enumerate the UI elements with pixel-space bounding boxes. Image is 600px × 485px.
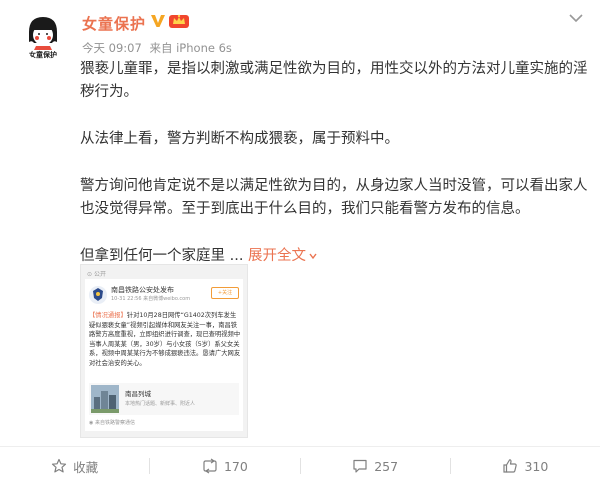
post-paragraph: 猥亵儿童罪，是指以刺激或满足性欲为目的，用性交以外的方法对儿童实施的淫秽行为。	[80, 61, 588, 100]
embedded-image[interactable]: ⊙ 公开 南昌铁路公安处发布 10-31 22:56 来自微博weibo.com…	[80, 264, 248, 438]
repost-button[interactable]: 170	[150, 447, 299, 485]
location-icon: ◉	[89, 420, 94, 426]
expand-full-text-link[interactable]: 展开全文	[248, 248, 318, 264]
chevron-down-icon[interactable]	[566, 10, 586, 26]
repost-icon	[203, 458, 217, 474]
favorite-button[interactable]: 收藏	[0, 447, 149, 485]
embed-link-card: 南昌列城 本地热门话题、新鲜事、附近人	[89, 383, 239, 415]
username[interactable]: 女童保护	[82, 13, 146, 34]
embed-card: 南昌铁路公安处发布 10-31 22:56 来自微博weibo.com +关注 …	[85, 279, 243, 431]
embed-tag: 【情况通报】	[89, 312, 127, 319]
globe-icon: ⊙	[87, 271, 93, 278]
police-badge-icon	[89, 286, 107, 304]
embed-link-subtitle: 本地热门话题、新鲜事、附近人	[125, 401, 196, 407]
embed-time: 10-31 22:56 来自微博weibo.com	[111, 296, 191, 302]
embed-text: 【情况通报】针对10月28日网传“G1402次列车发生疑似猥亵女童”视频引起媒体…	[89, 311, 241, 369]
post-meta: 今天 09:07 来自 iPhone 6s	[82, 40, 236, 56]
verified-v-icon	[151, 15, 165, 27]
post-paragraph: 从法律上看，警方判断不构成猥亵，属于预料中。	[80, 131, 399, 147]
avatar[interactable]: 女童保护	[18, 10, 68, 60]
expand-chevron-icon	[309, 253, 317, 260]
like-count: 310	[524, 458, 549, 474]
embed-footer: ◉ 来自铁路警察通信	[89, 419, 135, 426]
action-bar: 收藏 170 257 310	[0, 446, 600, 485]
post-content: 猥亵儿童罪，是指以刺激或满足性欲为目的，用性交以外的方法对儿童实施的淫秽行为。 …	[80, 58, 592, 290]
embed-link-title: 南昌列城	[125, 390, 151, 398]
avatar-caption: 女童保护	[29, 51, 57, 59]
weibo-post: 女童保护 女童保护 今天 09:07 来自 iPhone 6s 猥亵儿童罪，是指…	[0, 0, 600, 484]
embed-footer-label: 来自铁路警察通信	[94, 420, 135, 426]
post-paragraph: 警方询问他肯定说不是以满足性欲为目的，从身边家人当时没管，可以看出家人也没觉得异…	[80, 178, 588, 217]
post-time: 今天 09:07	[82, 41, 142, 55]
embed-follow-button: +关注	[211, 287, 239, 299]
embed-visibility: ⊙ 公开	[87, 269, 106, 278]
favorite-label: 收藏	[73, 459, 99, 475]
city-thumbnail-icon	[91, 385, 119, 413]
embed-visibility-label: 公开	[93, 271, 106, 278]
comment-count: 257	[374, 458, 399, 474]
like-button[interactable]: 310	[451, 447, 600, 485]
post-source[interactable]: 来自 iPhone 6s	[149, 41, 231, 55]
expand-label: 展开全文	[248, 248, 307, 264]
post-truncated-text: 但拿到任何一个家庭里 ...	[80, 248, 244, 264]
thumbs-up-icon	[503, 459, 518, 473]
vip-crown-icon[interactable]	[168, 12, 190, 30]
star-icon	[52, 458, 67, 473]
comment-icon	[353, 459, 367, 473]
embed-body: 针对10月28日网传“G1402次列车发生疑似猥亵女童”视频引起媒体和网友关注一…	[89, 312, 241, 367]
comment-button[interactable]: 257	[301, 447, 450, 485]
repost-count: 170	[223, 458, 248, 474]
embed-author: 南昌铁路公安处发布	[111, 286, 174, 294]
